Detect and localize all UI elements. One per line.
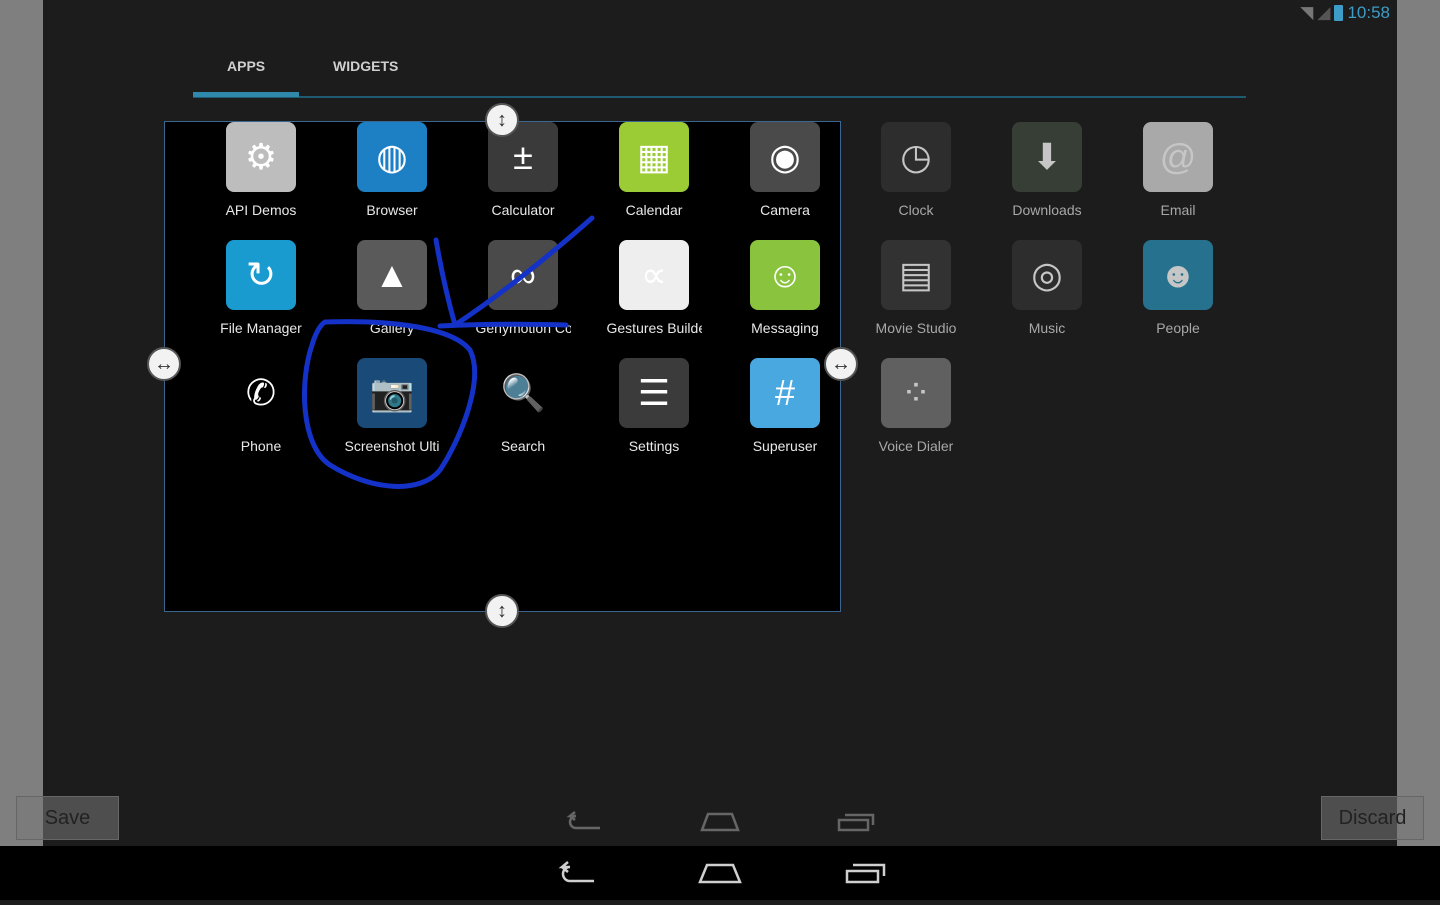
status-bar: ◥ ◢ 10:58 [1300, 3, 1390, 23]
app-settings[interactable]: ☰ Settings [589, 358, 719, 454]
clock-icon: ◷ [881, 122, 951, 192]
magnifier-icon: 🔍 [500, 372, 546, 413]
message-icon: ☺ [750, 240, 820, 310]
gestures-icon: ∝ [619, 240, 689, 310]
voice-dialer-icon: ⁘ [881, 358, 951, 428]
folder-gear-icon: ⚙ [226, 122, 296, 192]
app-label: Superuser [752, 438, 818, 454]
app-people[interactable]: ☻ People [1113, 240, 1243, 336]
app-movie-studio[interactable]: ▤ Movie Studio [851, 240, 981, 336]
globe-icon: ◍ [357, 122, 427, 192]
battery-charging-icon [1334, 5, 1344, 21]
crop-handle-top[interactable]: ↕ [485, 103, 519, 137]
speaker-icon: ◎ [1012, 240, 1082, 310]
download-icon: ⬇ [1012, 122, 1082, 192]
back-icon[interactable] [558, 861, 594, 883]
right-frame [1397, 0, 1440, 846]
folder-sync-icon: ↻ [226, 240, 296, 310]
app-label: Gestures Builder [606, 320, 702, 336]
phone-icon: ✆ [245, 372, 277, 413]
tab-apps[interactable]: APPS [227, 58, 265, 74]
home-icon[interactable] [698, 863, 742, 884]
calendar-icon: ▦ [619, 122, 689, 192]
app-music[interactable]: ◎ Music [982, 240, 1112, 336]
contacts-icon: ☻ [1143, 240, 1213, 310]
app-label: Downloads [1012, 202, 1082, 218]
crop-handle-right[interactable]: ↔ [824, 347, 858, 381]
app-label: Email [1160, 202, 1196, 218]
app-voice-dialer[interactable]: ⁘ Voice Dialer [851, 358, 981, 454]
tab-selected-indicator [193, 92, 299, 97]
app-camera[interactable]: ◉ Camera [720, 122, 850, 218]
app-label: Calculator [491, 202, 555, 218]
app-label: File Manager [220, 320, 302, 336]
recents-icon[interactable] [845, 863, 886, 884]
app-label: Phone [240, 438, 282, 454]
gallery-icon: ▲ [357, 240, 427, 310]
clock-time: 10:58 [1347, 3, 1390, 22]
app-genymotion-configure[interactable]: ∞ Genymotion Configure [458, 240, 588, 336]
camera-icon: 📷 [357, 358, 427, 428]
app-label: Gallery [369, 320, 415, 336]
email-icon: @ [1143, 122, 1213, 192]
wifi-icon: ◥ [1300, 3, 1314, 22]
sliders-icon: ☰ [619, 358, 689, 428]
crop-handle-bottom[interactable]: ↕ [485, 594, 519, 628]
app-label: Music [1028, 320, 1066, 336]
app-clock[interactable]: ◷ Clock [851, 122, 981, 218]
app-api-demos[interactable]: ⚙ API Demos [196, 122, 326, 218]
app-label: Screenshot Ultimate [344, 438, 440, 454]
app-label: Movie Studio [875, 320, 957, 336]
app-gallery[interactable]: ▲ Gallery [327, 240, 457, 336]
app-label: Camera [760, 202, 810, 218]
app-label: Settings [628, 438, 680, 454]
crop-handle-left[interactable]: ↔ [147, 347, 181, 381]
app-calculator[interactable]: ± Calculator [458, 122, 588, 218]
app-label: Browser [366, 202, 418, 218]
tab-divider [193, 96, 1246, 98]
app-messaging[interactable]: ☺ Messaging [720, 240, 850, 336]
app-downloads[interactable]: ⬇ Downloads [982, 122, 1112, 218]
app-label: Clock [898, 202, 934, 218]
app-calendar[interactable]: ▦ Calendar [589, 122, 719, 218]
tab-widgets[interactable]: WIDGETS [333, 58, 398, 74]
navigation-bar [0, 846, 1440, 900]
app-label: People [1156, 320, 1200, 336]
left-frame [0, 0, 43, 846]
discard-button[interactable]: Discard [1321, 796, 1424, 840]
app-label: Calendar [625, 202, 683, 218]
genymotion-icon: ∞ [488, 240, 558, 310]
signal-icon: ◢ [1317, 3, 1331, 22]
app-label: Genymotion Configure [475, 320, 571, 336]
app-label: Search [500, 438, 546, 454]
app-email[interactable]: @ Email [1113, 122, 1243, 218]
app-search[interactable]: 🔍 Search [458, 358, 588, 454]
app-label: API Demos [225, 202, 297, 218]
app-file-manager[interactable]: ↻ File Manager [196, 240, 326, 336]
save-button[interactable]: Save [16, 796, 119, 840]
app-gestures-builder[interactable]: ∝ Gestures Builder [589, 240, 719, 336]
app-screenshot-ultimate[interactable]: 📷 Screenshot Ultimate [327, 358, 457, 454]
clapper-icon: ▤ [881, 240, 951, 310]
app-phone[interactable]: ✆ Phone [196, 358, 326, 454]
camera-icon: ◉ [750, 122, 820, 192]
app-label: Messaging [751, 320, 819, 336]
hash-icon: # [750, 358, 820, 428]
app-label: Voice Dialer [878, 438, 954, 454]
app-browser[interactable]: ◍ Browser [327, 122, 457, 218]
